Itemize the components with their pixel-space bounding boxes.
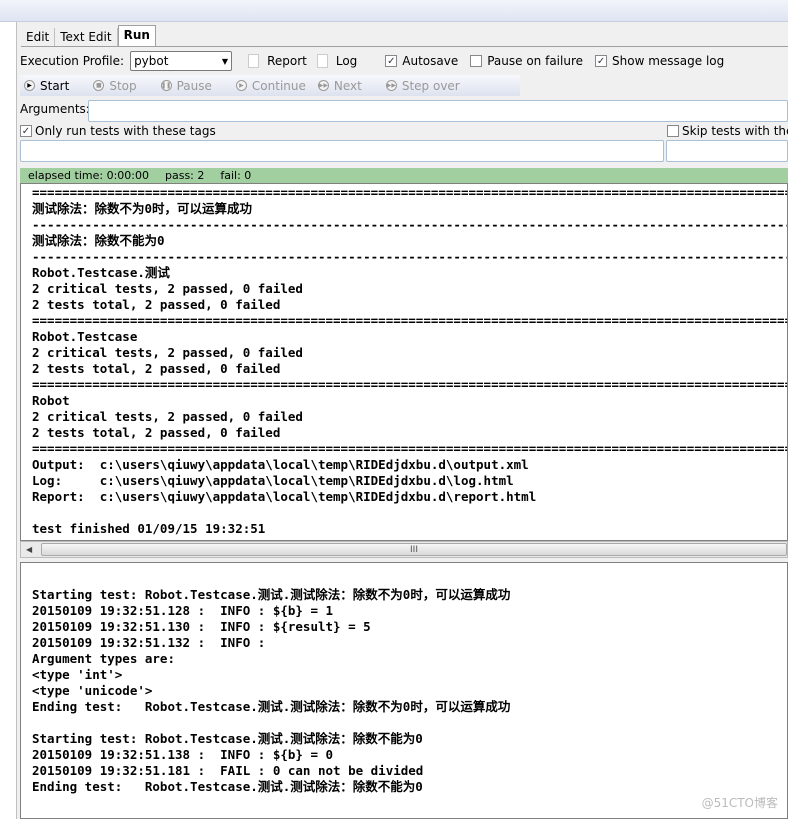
continue-button[interactable]: ▶ Continue <box>232 79 306 93</box>
pause-icon: ❚❚ <box>160 80 172 91</box>
play-icon: ▶ <box>24 80 35 91</box>
skip-tags-input[interactable] <box>666 140 788 162</box>
only-run-tags-label: Only run tests with these tags <box>35 124 216 138</box>
arguments-label: Arguments: <box>20 102 90 116</box>
left-margin <box>0 22 16 819</box>
step-over-button[interactable]: ▶▶ Step over <box>382 79 460 93</box>
next-label: Next <box>333 78 362 93</box>
only-run-tags-checkbox[interactable]: ✓ <box>20 125 32 137</box>
report-button[interactable]: Report <box>267 54 307 68</box>
status-bar: elapsed time: 0:00:00 pass: 2 fail: 0 <box>20 168 788 183</box>
report-icon <box>248 54 260 68</box>
only-run-tags-row: ✓ Only run tests with these tags <box>20 124 216 138</box>
step-over-label: Step over <box>401 78 460 93</box>
arguments-input[interactable] <box>88 100 788 122</box>
pause-on-failure-label: Pause on failure <box>487 54 584 68</box>
output-line: Robot.Testcase <box>32 329 138 344</box>
output-line: Robot <box>32 393 70 408</box>
output-line: 2 critical tests, 2 passed, 0 failed <box>32 345 303 360</box>
horizontal-scrollbar[interactable]: ◀ III <box>20 541 788 558</box>
scrollbar-thumb[interactable]: III <box>41 543 787 556</box>
tab-run[interactable]: Run <box>117 25 156 46</box>
message-line: 20150109 19:32:51.181 : FAIL : 0 can not… <box>32 763 424 778</box>
skip-tags-label: Skip tests with thes <box>682 124 788 138</box>
output-line: ----------------------------------------… <box>32 217 788 232</box>
start-label: Start <box>40 78 70 93</box>
start-button[interactable]: ▶ Start <box>20 79 69 93</box>
output-line: Log: c:\users\qiuwy\appdata\local\temp\R… <box>32 473 514 488</box>
show-message-log-label: Show message log <box>612 54 725 68</box>
output-line: ----------------------------------------… <box>32 249 788 264</box>
tab-text-edit[interactable]: Text Edit <box>55 28 118 46</box>
output-line: 测试除法：除数不为0时，可以运算成功 <box>32 201 253 216</box>
output-line: 测试除法：除数不能为0 <box>32 233 165 248</box>
window-title-bar <box>0 0 788 22</box>
run-panel: Edit Text Edit Run Execution Profile: py… <box>16 22 788 819</box>
step-over-icon: ▶▶ <box>385 80 397 91</box>
message-line: Starting test: Robot.Testcase.测试.测试除法：除数… <box>32 731 423 746</box>
message-line: 20150109 19:32:51.130 : INFO : ${result}… <box>32 619 371 634</box>
only-run-tags-input[interactable] <box>20 140 664 162</box>
continue-label: Continue <box>251 78 306 93</box>
dropdown-arrow-icon: ▼ <box>221 56 229 66</box>
message-line: 20150109 19:32:51.138 : INFO : ${b} = 0 <box>32 747 334 762</box>
watermark: @51CTO博客 <box>701 796 778 810</box>
scroll-left-icon[interactable]: ◀ <box>26 545 32 554</box>
output-line: Robot.Testcase.测试 <box>32 265 170 280</box>
output-line: 2 tests total, 2 passed, 0 failed <box>32 361 281 376</box>
message-line: 20150109 19:32:51.132 : INFO : <box>32 635 273 650</box>
autosave-checkbox[interactable]: ✓ <box>385 55 398 67</box>
pause-on-failure-checkbox[interactable] <box>470 55 483 67</box>
show-message-log-checkbox[interactable]: ✓ <box>595 55 608 67</box>
stop-icon: ■ <box>93 80 105 91</box>
execution-profile-label: Execution Profile: <box>20 54 125 68</box>
profile-row: Execution Profile: pybot ▼ Report Log ✓ … <box>20 51 724 71</box>
pause-label: Pause <box>176 78 212 93</box>
skip-tags-checkbox[interactable] <box>667 125 679 137</box>
run-toolbar: ▶ Start ■ Stop ❚❚ Pause ▶ Continue ▶▶ Next ▶▶… <box>20 75 520 96</box>
continue-icon: ▶ <box>235 80 247 91</box>
output-line: Output: c:\users\qiuwy\appdata\local\tem… <box>32 457 529 472</box>
message-line <box>32 715 787 731</box>
autosave-label: Autosave <box>402 54 459 68</box>
output-line: 2 tests total, 2 passed, 0 failed <box>32 425 281 440</box>
execution-profile-select[interactable]: pybot ▼ <box>130 51 233 71</box>
message-line: Ending test: Robot.Testcase.测试.测试除法：除数不为… <box>32 699 511 714</box>
tab-bar: Edit Text Edit Run <box>21 25 788 47</box>
output-line: 2 tests total, 2 passed, 0 failed <box>32 297 281 312</box>
message-line: Argument types are: <box>32 651 175 666</box>
stop-button[interactable]: ■ Stop <box>89 78 137 93</box>
stop-label: Stop <box>109 78 137 93</box>
output-line: 2 critical tests, 2 passed, 0 failed <box>32 281 303 296</box>
output-line: ========================================… <box>32 377 788 392</box>
message-line: 20150109 19:32:51.128 : INFO : ${b} = 1 <box>32 603 334 618</box>
next-button[interactable]: ▶▶ Next <box>314 79 362 93</box>
output-line: ========================================… <box>32 185 788 200</box>
output-line: ========================================… <box>32 441 788 456</box>
skip-tags-row: Skip tests with thes <box>667 124 788 138</box>
output-line: 2 critical tests, 2 passed, 0 failed <box>32 409 303 424</box>
message-line: <type 'int'> <box>32 667 123 682</box>
log-button[interactable]: Log <box>336 54 357 68</box>
log-icon <box>316 54 328 68</box>
message-line <box>32 571 787 587</box>
output-console[interactable]: ========================================… <box>20 183 788 541</box>
message-log[interactable]: Starting test: Robot.Testcase.测试.测试除法：除数… <box>20 562 788 819</box>
output-line: Report: c:\users\qiuwy\appdata\local\tem… <box>32 489 537 504</box>
next-icon: ▶▶ <box>317 80 329 91</box>
tab-edit[interactable]: Edit <box>21 28 56 46</box>
message-line: <type 'unicode'> <box>32 683 153 698</box>
message-line: Starting test: Robot.Testcase.测试.测试除法：除数… <box>32 587 511 602</box>
pass-count: pass: 2 <box>164 169 205 182</box>
message-line: Ending test: Robot.Testcase.测试.测试除法：除数不能… <box>32 779 423 794</box>
fail-count: fail: 0 <box>220 169 252 182</box>
pause-button[interactable]: ❚❚ Pause <box>157 79 212 93</box>
output-line: ========================================… <box>32 313 788 328</box>
profile-value: pybot <box>134 54 169 68</box>
elapsed-time: elapsed time: 0:00:00 <box>28 169 149 182</box>
output-line: test finished 01/09/15 19:32:51 <box>32 521 266 536</box>
